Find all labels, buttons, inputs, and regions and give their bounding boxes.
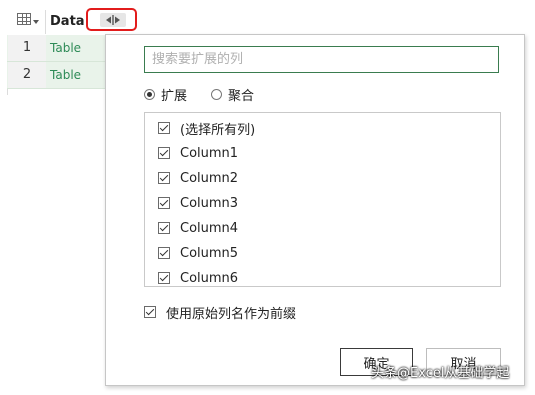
table-cell-link[interactable]: Table [50, 35, 81, 61]
checkbox[interactable] [158, 222, 170, 234]
use-prefix-option[interactable]: 使用原始列名作为前缀 [144, 302, 296, 322]
aggregate-radio[interactable] [211, 88, 223, 100]
list-item-label[interactable]: Column3 [180, 196, 238, 211]
checkbox[interactable] [158, 147, 170, 159]
row-number: 1 [8, 35, 46, 61]
row-divider [7, 88, 105, 89]
expand-radio[interactable] [144, 88, 155, 100]
checkbox[interactable] [158, 272, 170, 284]
checkbox[interactable] [158, 247, 170, 259]
list-item-column1[interactable]: Column1 [158, 143, 238, 163]
checkbox[interactable] [158, 122, 170, 134]
list-item-label[interactable]: Column1 [180, 146, 238, 161]
list-item-column5[interactable]: Column5 [158, 243, 238, 263]
header-divider [45, 10, 46, 34]
column-search-input[interactable] [144, 46, 499, 73]
table-icon[interactable] [17, 13, 31, 25]
use-prefix-label[interactable]: 使用原始列名作为前缀 [166, 303, 296, 322]
expand-columns-popup: 扩展 聚合 (选择所有列) Column1 Column2 Column3 Co… [105, 34, 525, 386]
mode-radio-group: 扩展 聚合 [144, 85, 278, 104]
checkbox[interactable] [158, 172, 170, 184]
list-item-column3[interactable]: Column3 [158, 193, 238, 213]
column-header-data[interactable]: Data [50, 14, 85, 29]
use-prefix-checkbox[interactable] [144, 306, 156, 318]
table-cell-link[interactable]: Table [50, 62, 81, 88]
list-item-label[interactable]: Column6 [180, 271, 238, 286]
list-item-label[interactable]: Column4 [180, 221, 238, 236]
list-item-select-all[interactable]: (选择所有列) [158, 118, 255, 138]
chevron-down-icon[interactable] [33, 20, 39, 24]
list-item-label[interactable]: Column5 [180, 246, 238, 261]
watermark: 头条@Excel从基础学起 [371, 366, 510, 381]
aggregate-radio-label[interactable]: 聚合 [228, 85, 254, 104]
list-item-column2[interactable]: Column2 [158, 168, 238, 188]
expand-icon[interactable] [100, 13, 126, 27]
list-item-column6[interactable]: Column6 [158, 268, 238, 286]
column-checkbox-list[interactable]: (选择所有列) Column1 Column2 Column3 Column4 … [144, 112, 501, 287]
list-item-label[interactable]: (选择所有列) [180, 119, 255, 138]
list-item-label[interactable]: Column2 [180, 171, 238, 186]
checkbox[interactable] [158, 197, 170, 209]
list-item-column4[interactable]: Column4 [158, 218, 238, 238]
expand-column-button[interactable] [86, 8, 137, 31]
expand-radio-label[interactable]: 扩展 [161, 85, 187, 104]
row-number: 2 [8, 62, 46, 88]
